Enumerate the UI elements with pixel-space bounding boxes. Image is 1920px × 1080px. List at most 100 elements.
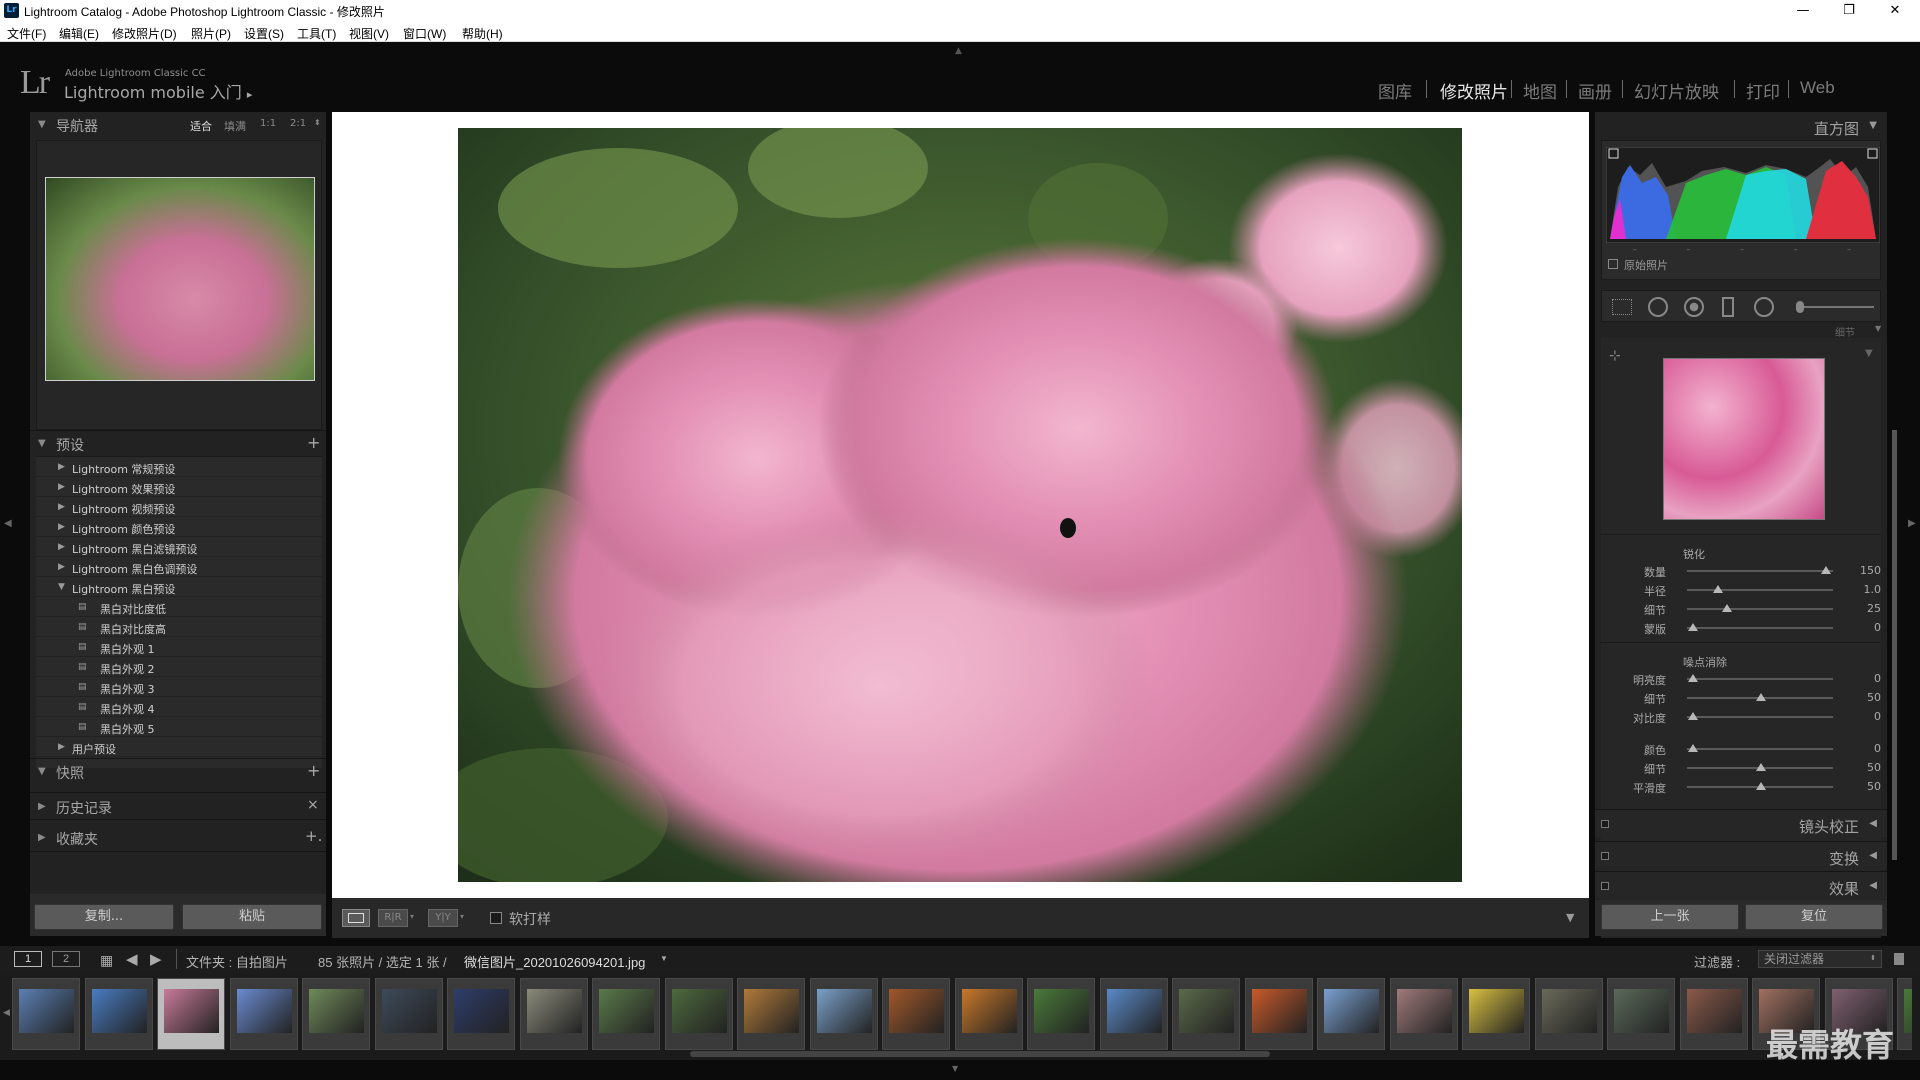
preset-folder[interactable]: ▶ Lightroom 视频预设 bbox=[36, 497, 322, 517]
preset-folder[interactable]: ▶ Lightroom 颜色预设 bbox=[36, 517, 322, 537]
filmstrip-scroll-left-icon[interactable]: ◀ bbox=[3, 1008, 10, 1018]
preset-folder[interactable]: ▶ Lightroom 黑白滤镜预设 bbox=[36, 537, 322, 557]
filter-lock-icon[interactable] bbox=[1894, 953, 1904, 965]
preset-item[interactable]: ▤ 黑白外观 3 bbox=[36, 677, 322, 697]
preset-folder[interactable]: ▶ Lightroom 黑白色调预设 bbox=[36, 557, 322, 577]
detail-warning-triangle-icon[interactable]: ▼ bbox=[1865, 348, 1873, 359]
preset-folder[interactable]: ▶ Lightroom 常规预设 bbox=[36, 457, 322, 477]
slider-knob[interactable] bbox=[1713, 585, 1724, 593]
preset-item[interactable]: ▤ 黑白对比度低 bbox=[36, 597, 322, 617]
filmstrip-scrollbar[interactable] bbox=[690, 1051, 1270, 1057]
slider-value[interactable]: 0 bbox=[1874, 710, 1881, 723]
navigator-preview-thumbnail[interactable] bbox=[45, 177, 315, 381]
detail-zoom-preview[interactable] bbox=[1663, 358, 1825, 520]
loupe-view-icon[interactable] bbox=[342, 909, 370, 927]
clear-history-icon[interactable]: × bbox=[307, 797, 319, 813]
paste-settings-button[interactable]: 粘贴 bbox=[182, 904, 322, 930]
bottom-panel-toggle-icon[interactable]: ▼ bbox=[952, 1064, 958, 1073]
filmstrip-thumbnail[interactable] bbox=[519, 978, 588, 1050]
secondary-window-button[interactable]: 2 bbox=[52, 951, 80, 967]
adjustment-brush-slider[interactable] bbox=[1798, 306, 1874, 308]
filmstrip-thumbnail[interactable] bbox=[882, 978, 950, 1050]
slider-row[interactable]: 细节 25 bbox=[1601, 600, 1893, 618]
panel-switch-icon[interactable] bbox=[1601, 820, 1609, 828]
crop-overlay-icon[interactable] bbox=[1612, 299, 1632, 315]
slider-knob[interactable] bbox=[1687, 623, 1698, 631]
menu-tools[interactable]: 工具(T) bbox=[297, 25, 336, 42]
collapse-triangle-icon[interactable]: ▼ bbox=[1875, 324, 1881, 333]
slider-value[interactable]: 0 bbox=[1874, 742, 1881, 755]
filmstrip-thumbnail[interactable] bbox=[1172, 978, 1240, 1050]
menu-edit[interactable]: 编辑(E) bbox=[59, 25, 99, 42]
module-develop[interactable]: 修改照片 bbox=[1440, 78, 1508, 103]
preset-item[interactable]: ▤ 黑白外观 5 bbox=[36, 717, 322, 737]
menu-view[interactable]: 视图(V) bbox=[349, 25, 389, 42]
filmstrip-thumbnail[interactable] bbox=[809, 978, 878, 1050]
close-button[interactable]: ✕ bbox=[1872, 0, 1918, 22]
filmstrip-thumbnail[interactable] bbox=[302, 978, 370, 1050]
right-panel-scrollbar[interactable] bbox=[1892, 430, 1897, 860]
filmstrip-thumbnail[interactable] bbox=[84, 978, 153, 1050]
module-slideshow[interactable]: 幻灯片放映 bbox=[1634, 78, 1719, 103]
main-window-button[interactable]: 1 bbox=[14, 951, 42, 967]
spot-removal-icon[interactable] bbox=[1648, 297, 1668, 317]
slider-track[interactable] bbox=[1687, 716, 1833, 718]
panel-switch-icon[interactable] bbox=[1601, 882, 1609, 890]
slider-knob[interactable] bbox=[1721, 604, 1732, 612]
toolbar-options-dropdown-icon[interactable]: ▼ bbox=[1566, 911, 1574, 924]
slider-value[interactable]: 1.0 bbox=[1864, 583, 1882, 596]
softproof-checkbox[interactable] bbox=[490, 912, 502, 924]
zoom-fit[interactable]: 适合 bbox=[190, 118, 212, 134]
navigator-header[interactable]: ▼ 导航器 适合 填满 1:1 2:1 ⬍ bbox=[30, 112, 326, 138]
slider-value[interactable]: 25 bbox=[1867, 602, 1881, 615]
filmstrip-thumbnail[interactable] bbox=[374, 978, 443, 1050]
module-book[interactable]: 画册 bbox=[1578, 78, 1612, 103]
selected-filename[interactable]: 微信图片_20201026094201.jpg bbox=[464, 952, 645, 971]
slider-value[interactable]: 50 bbox=[1867, 780, 1881, 793]
target-adjust-icon[interactable]: ⊹ bbox=[1609, 348, 1621, 364]
slider-track[interactable] bbox=[1687, 627, 1833, 629]
filmstrip-thumbnail[interactable] bbox=[1099, 978, 1168, 1050]
radial-filter-icon[interactable] bbox=[1754, 297, 1774, 317]
snapshots-header[interactable]: ▼ 快照 + bbox=[30, 758, 326, 784]
panel-switch-icon[interactable] bbox=[1601, 852, 1609, 860]
preset-item[interactable]: ▤ 黑白对比度高 bbox=[36, 617, 322, 637]
preset-folder[interactable]: ▶ Lightroom 效果预设 bbox=[36, 477, 322, 497]
slider-row[interactable]: 明亮度 0 bbox=[1601, 670, 1893, 688]
module-print[interactable]: 打印 bbox=[1746, 78, 1780, 103]
slider-track[interactable] bbox=[1687, 589, 1833, 591]
filmstrip-thumbnail[interactable] bbox=[1027, 978, 1095, 1050]
preset-folder[interactable]: ▶ 用户预设 bbox=[36, 737, 322, 757]
lens-corrections-header[interactable]: 镜头校正 ◀ bbox=[1595, 809, 1887, 837]
menu-help[interactable]: 帮助(H) bbox=[462, 25, 503, 42]
filmstrip-thumbnail[interactable] bbox=[1679, 978, 1748, 1050]
slider-knob[interactable] bbox=[1755, 763, 1766, 771]
module-library[interactable]: 图库 bbox=[1378, 78, 1412, 103]
slider-value[interactable]: 0 bbox=[1874, 672, 1881, 685]
menu-window[interactable]: 窗口(W) bbox=[403, 25, 446, 42]
preset-item[interactable]: ▤ 黑白外观 1 bbox=[36, 637, 322, 657]
slider-row[interactable]: 对比度 0 bbox=[1601, 708, 1893, 726]
slider-knob[interactable] bbox=[1755, 782, 1766, 790]
slider-knob[interactable] bbox=[1687, 712, 1698, 720]
add-collection-icon[interactable]: +. bbox=[305, 827, 322, 845]
forward-arrow-icon[interactable]: ▶ bbox=[150, 950, 162, 968]
preset-folder[interactable]: ▼ Lightroom 黑白预设 bbox=[36, 577, 322, 597]
swap-dropdown-icon[interactable]: ▾ bbox=[460, 912, 464, 921]
slider-value[interactable]: 150 bbox=[1860, 564, 1881, 577]
minimize-button[interactable]: — bbox=[1780, 0, 1826, 22]
preset-item[interactable]: ▤ 黑白外观 4 bbox=[36, 697, 322, 717]
filmstrip-thumbnail[interactable] bbox=[954, 978, 1023, 1050]
swap-settings-icon[interactable]: Y|Y bbox=[428, 909, 458, 927]
slider-row[interactable]: 颜色 0 bbox=[1601, 740, 1893, 758]
collections-header[interactable]: ▶ 收藏夹 +. bbox=[30, 824, 326, 852]
filmstrip-thumbnail[interactable] bbox=[447, 978, 515, 1050]
filmstrip-thumbnail[interactable] bbox=[12, 978, 80, 1050]
slider-track[interactable] bbox=[1687, 570, 1833, 572]
filmstrip-thumbnail[interactable] bbox=[1317, 978, 1385, 1050]
slider-row[interactable]: 细节 50 bbox=[1601, 689, 1893, 707]
before-after-icon[interactable]: R|R bbox=[378, 909, 408, 927]
menu-file[interactable]: 文件(F) bbox=[7, 25, 46, 42]
filename-dropdown-icon[interactable]: ▼ bbox=[660, 954, 668, 963]
red-eye-icon[interactable] bbox=[1684, 297, 1704, 317]
